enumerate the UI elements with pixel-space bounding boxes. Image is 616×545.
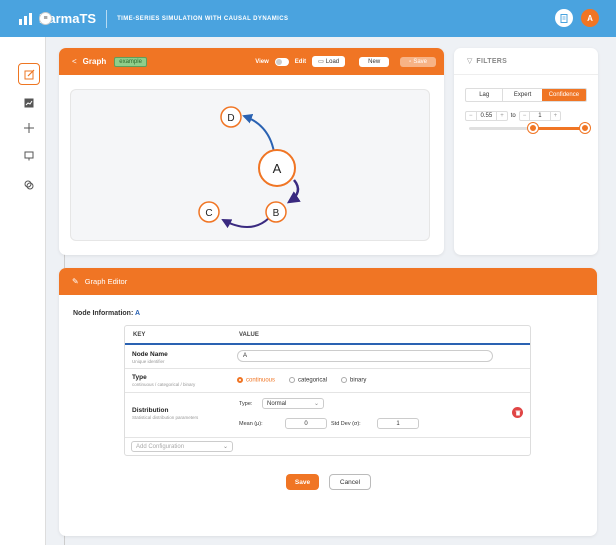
to-label: to bbox=[510, 113, 516, 119]
confidence-range: − 0.55 + to − 1 + bbox=[465, 111, 562, 121]
mean-label: Mean (μ): bbox=[239, 421, 263, 427]
filter-icon: ▽ bbox=[467, 58, 473, 65]
node-name-input[interactable]: A bbox=[237, 350, 493, 362]
node-id: A bbox=[134, 310, 141, 317]
bar-chart-logo-icon bbox=[19, 12, 32, 25]
graph-node-a[interactable]: A bbox=[258, 149, 296, 187]
node-label-c: C bbox=[205, 208, 212, 219]
graph-node-d[interactable]: D bbox=[220, 106, 242, 128]
max-stepper: − 1 + bbox=[518, 111, 562, 121]
graph-editor-header: ✎ Graph Editor bbox=[59, 268, 597, 295]
type-option-continuous[interactable]: continuous bbox=[237, 377, 275, 384]
graph-title: Graph bbox=[82, 57, 107, 66]
column-key: KEY bbox=[133, 331, 146, 338]
tab-lag[interactable]: Lag bbox=[466, 89, 502, 101]
mean-input[interactable]: 0 bbox=[285, 418, 327, 429]
slider-fill bbox=[532, 127, 585, 130]
type-radio-group: continuous categorical binary bbox=[237, 377, 366, 384]
radio-icon bbox=[289, 377, 296, 383]
min-stepper: − 0.55 + bbox=[465, 111, 508, 121]
min-value[interactable]: 0.55 bbox=[475, 112, 498, 120]
node-table: KEY VALUE Node Name Unique identifier A … bbox=[124, 325, 531, 456]
app-tagline: TIME-SERIES SIMULATION WITH CAUSAL DYNAM… bbox=[117, 15, 289, 22]
dist-type-label: Type: bbox=[239, 401, 253, 407]
table-row-distribution: Distribution Statistical distribution pa… bbox=[125, 393, 530, 438]
save-graph-button[interactable]: ▫ Save bbox=[400, 56, 436, 67]
chevron-down-icon: ⌄ bbox=[222, 444, 228, 450]
graph-node-c[interactable]: C bbox=[198, 201, 220, 223]
trash-icon bbox=[515, 410, 520, 415]
user-avatar[interactable]: A bbox=[581, 9, 599, 27]
cancel-button[interactable]: Cancel bbox=[329, 474, 371, 490]
divider bbox=[106, 9, 108, 28]
max-increment-button[interactable]: + bbox=[551, 112, 561, 120]
filters-card: ▽ FILTERS Lag Expert Confidence − 0.55 +… bbox=[454, 48, 598, 255]
example-badge: example bbox=[114, 56, 147, 67]
move-icon bbox=[24, 123, 34, 133]
edge-a-b[interactable] bbox=[286, 179, 301, 204]
link-icon bbox=[24, 180, 34, 190]
save-icon: ▫ bbox=[409, 58, 412, 65]
table-header: KEY VALUE bbox=[125, 326, 530, 345]
max-decrement-button[interactable]: − bbox=[520, 112, 530, 120]
filters-header: ▽ FILTERS bbox=[467, 57, 508, 66]
document-icon[interactable] bbox=[555, 9, 573, 27]
sidebar bbox=[0, 37, 46, 545]
min-decrement-button[interactable]: − bbox=[466, 112, 476, 120]
add-configuration-row: Add Configuration ⌄ bbox=[125, 438, 530, 455]
sidebar-item-presentation[interactable] bbox=[18, 145, 40, 167]
share-icon: < bbox=[72, 57, 77, 66]
new-button[interactable]: New bbox=[359, 56, 390, 67]
min-increment-button[interactable]: + bbox=[497, 112, 507, 120]
divider bbox=[454, 74, 598, 75]
edit-icon bbox=[24, 69, 34, 79]
std-label: Std Dev (σ): bbox=[331, 421, 361, 427]
edit-icon: ✎ bbox=[72, 277, 79, 286]
save-button[interactable]: Save bbox=[286, 474, 319, 490]
tab-expert[interactable]: Expert bbox=[502, 89, 541, 101]
delete-distribution-button[interactable] bbox=[512, 407, 523, 418]
edge-a-d[interactable] bbox=[242, 114, 275, 153]
slider-min-handle[interactable] bbox=[527, 123, 538, 133]
edge-b-c[interactable] bbox=[221, 217, 270, 229]
view-edit-toggle[interactable] bbox=[274, 57, 289, 66]
add-configuration-select[interactable]: Add Configuration ⌄ bbox=[131, 441, 233, 452]
load-button[interactable]: ▭ Load bbox=[312, 56, 346, 67]
view-label: View bbox=[255, 58, 269, 65]
folder-icon: ▭ bbox=[318, 59, 324, 65]
max-value[interactable]: 1 bbox=[529, 112, 551, 120]
edit-label: Edit bbox=[294, 58, 307, 65]
radio-selected-icon bbox=[237, 377, 243, 383]
type-option-binary[interactable]: binary bbox=[341, 377, 366, 384]
node-label-a: A bbox=[273, 161, 282, 176]
line-chart-icon bbox=[24, 98, 34, 108]
table-row-type: Type continuous / categorical / binary c… bbox=[125, 369, 530, 393]
node-label-b: B bbox=[273, 208, 280, 219]
graph-header: < Graph example View Edit ▭ Load New ▫ Sav… bbox=[59, 48, 444, 75]
filter-tabs: Lag Expert Confidence bbox=[465, 88, 587, 102]
tab-confidence[interactable]: Confidence bbox=[541, 89, 586, 101]
sidebar-item-move[interactable] bbox=[18, 117, 40, 139]
slider-max-handle[interactable] bbox=[580, 123, 590, 133]
sidebar-collapse-button[interactable]: ≡ bbox=[39, 12, 52, 25]
std-input[interactable]: 1 bbox=[377, 418, 419, 429]
radio-icon bbox=[341, 377, 348, 383]
chevron-down-icon: ⌄ bbox=[313, 401, 319, 407]
confidence-slider[interactable] bbox=[469, 123, 590, 133]
column-value: VALUE bbox=[239, 331, 259, 338]
top-bar: KarmaTS TIME-SERIES SIMULATION WITH CAUS… bbox=[0, 0, 616, 37]
graph-canvas[interactable]: A B C D bbox=[70, 89, 430, 241]
graph-node-b[interactable]: B bbox=[265, 201, 287, 223]
sidebar-item-graph-editor[interactable] bbox=[18, 63, 40, 85]
presentation-icon bbox=[24, 151, 34, 161]
sidebar-item-chart[interactable] bbox=[18, 92, 40, 114]
type-option-categorical[interactable]: categorical bbox=[289, 377, 327, 384]
sidebar-item-link[interactable] bbox=[18, 174, 40, 196]
dist-type-select[interactable]: Normal ⌄ bbox=[262, 398, 324, 409]
table-row-name: Node Name Unique identifier A bbox=[125, 345, 530, 369]
node-information-heading: Node Information: A bbox=[73, 310, 141, 317]
node-label-d: D bbox=[227, 113, 234, 124]
